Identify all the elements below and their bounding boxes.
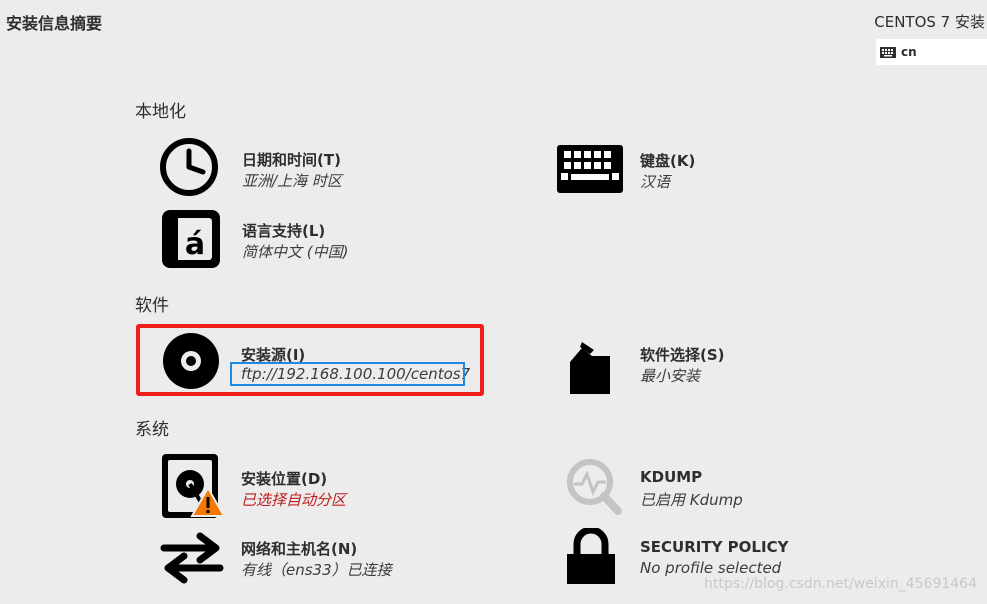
spoke-datetime[interactable]: 日期和时间(T) 亚洲/上海 时区 [150,135,480,199]
keyboard-layout-label: cn [901,45,917,59]
spoke-datetime-status: 亚洲/上海 时区 [242,172,342,190]
spoke-software-title: 软件选择(S) [640,346,725,364]
lock-icon [567,528,615,584]
spoke-language-status: 简体中文 (中国) [242,243,349,261]
spoke-kdump-status: 已启用 Kdump [640,491,743,509]
spoke-language[interactable]: á 语言支持(L) 简体中文 (中国) [150,206,480,270]
spoke-datetime-title: 日期和时间(T) [242,151,341,169]
spoke-destination-title: 安装位置(D) [241,470,328,488]
svg-text:á: á [185,227,205,262]
spoke-network-title: 网络和主机名(N) [241,540,358,558]
network-arrows-icon [160,532,224,584]
spoke-destination-status: 已选择自动分区 [241,491,347,509]
watermark-text: https://blog.csdn.net/weixin_45691464 [703,576,977,592]
package-icon [570,342,610,394]
spoke-kdump-title: KDUMP [640,468,703,486]
spoke-network-status: 有线（ens33）已连接 [241,561,392,579]
spoke-language-title: 语言支持(L) [242,222,326,240]
clock-icon [160,138,218,196]
keyboard-layout-indicator[interactable]: cn [876,39,987,65]
spoke-keyboard-status: 汉语 [640,173,671,191]
spoke-keyboard[interactable]: 键盘(K) 汉语 [550,135,880,199]
spoke-keyboard-title: 键盘(K) [640,152,696,170]
page-title: 安装信息摘要 [6,14,103,33]
spoke-installation-destination[interactable]: 安装位置(D) 已选择自动分区 [150,452,480,522]
section-title-software: 软件 [135,296,169,316]
harddisk-warning-icon [162,454,226,518]
spoke-kdump[interactable]: KDUMP 已启用 Kdump [550,452,880,516]
magnifier-icon [567,459,622,515]
spoke-security-status: No profile selected [640,559,782,577]
section-title-system: 系统 [135,420,169,440]
spoke-security-title: SECURITY POLICY [640,538,789,556]
spoke-network-hostname[interactable]: 网络和主机名(N) 有线（ens33）已连接 [150,524,480,588]
keyboard-icon [557,145,623,193]
keyboard-small-icon [880,46,896,58]
product-title: CENTOS 7 安装 [874,13,985,31]
blue-highlight-box [230,362,465,386]
language-icon: á [162,210,220,268]
section-title-localization: 本地化 [135,102,186,122]
spoke-software-status: 最小安装 [640,367,701,385]
spoke-software-selection[interactable]: 软件选择(S) 最小安装 [550,330,880,394]
